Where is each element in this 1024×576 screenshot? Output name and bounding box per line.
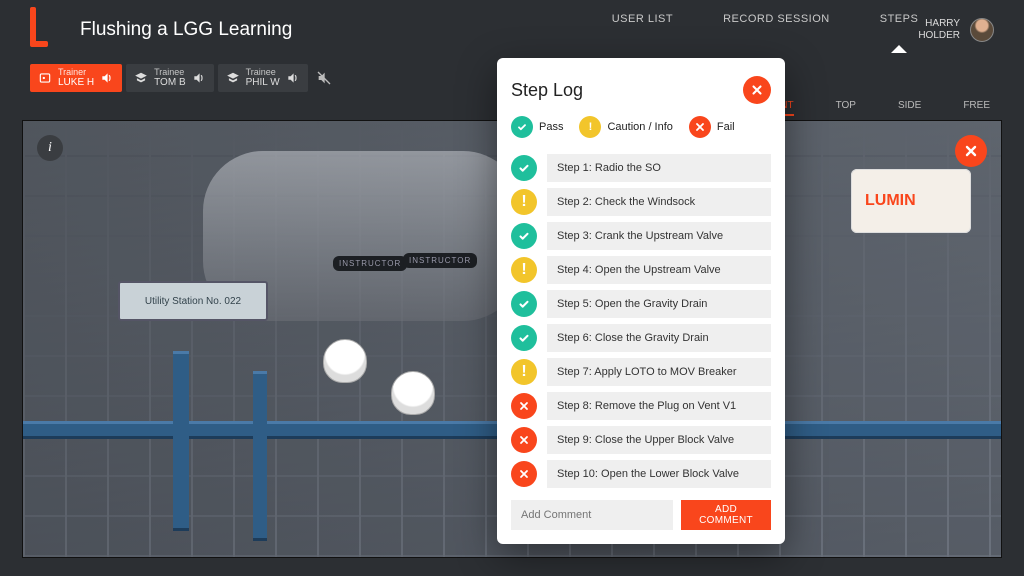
step-log-legend: Pass ! Caution / Info Fail bbox=[511, 116, 771, 138]
step-label: Step 5: Open the Gravity Drain bbox=[547, 290, 771, 318]
step-label: Step 3: Crank the Upstream Valve bbox=[547, 222, 771, 250]
camera-tabs: FRONTTOPSIDEFREE bbox=[759, 100, 990, 116]
avatar[interactable] bbox=[970, 18, 994, 42]
step-label: Step 4: Open the Upstream Valve bbox=[547, 256, 771, 284]
step-label: Step 8: Remove the Plug on Vent V1 bbox=[547, 392, 771, 420]
participant-chip[interactable]: TraineeTOM B bbox=[126, 64, 213, 92]
legend-caution-icon: ! bbox=[579, 116, 601, 138]
station-sign: Utility Station No. 022 bbox=[118, 281, 268, 321]
legend-pass-label: Pass bbox=[539, 121, 563, 133]
user-first: HARRY bbox=[918, 18, 960, 30]
scene-pipe-v1 bbox=[173, 351, 189, 531]
user-last: HOLDER bbox=[918, 30, 960, 42]
step-row[interactable]: Step 1: Radio the SO bbox=[511, 154, 771, 182]
camera-tab-free[interactable]: FREE bbox=[963, 100, 990, 116]
scene-pipe-v2 bbox=[253, 371, 267, 541]
brand-logo bbox=[30, 15, 52, 45]
step-status-icon bbox=[511, 155, 537, 181]
participant-chip[interactable]: TrainerLUKE H bbox=[30, 64, 122, 92]
step-log-title: Step Log bbox=[511, 80, 583, 101]
legend-fail-icon bbox=[689, 116, 711, 138]
step-status-icon bbox=[511, 325, 537, 351]
step-status-icon bbox=[511, 223, 537, 249]
step-log-close-button[interactable] bbox=[743, 76, 771, 104]
step-row[interactable]: ! Step 7: Apply LOTO to MOV Breaker bbox=[511, 358, 771, 386]
step-label: Step 7: Apply LOTO to MOV Breaker bbox=[547, 358, 771, 386]
participant-chip[interactable]: TraineePHIL W bbox=[218, 64, 308, 92]
step-status-icon bbox=[511, 291, 537, 317]
nav-record-session[interactable]: RECORD SESSION bbox=[723, 13, 830, 47]
muted-icon[interactable] bbox=[316, 70, 332, 86]
instructor-tag-1: INSTRUCTOR bbox=[333, 256, 407, 271]
step-log-panel: Step Log Pass ! Caution / Info Fail Step… bbox=[497, 58, 785, 544]
camera-tab-side[interactable]: SIDE bbox=[898, 100, 921, 116]
camera-tab-top[interactable]: TOP bbox=[836, 100, 856, 116]
info-button[interactable]: i bbox=[37, 135, 63, 161]
step-row[interactable]: Step 10: Open the Lower Block Valve bbox=[511, 460, 771, 488]
nav-steps[interactable]: STEPS bbox=[880, 13, 919, 47]
scene-banner: LUMIN bbox=[851, 169, 971, 233]
step-status-icon: ! bbox=[511, 257, 537, 283]
step-label: Step 9: Close the Upper Block Valve bbox=[547, 426, 771, 454]
page-title: Flushing a LGG Learning bbox=[80, 19, 612, 41]
step-label: Step 2: Check the Windsock bbox=[547, 188, 771, 216]
legend-fail-label: Fail bbox=[717, 121, 735, 133]
step-list: Step 1: Radio the SO! Step 2: Check the W… bbox=[511, 154, 771, 488]
step-status-icon: ! bbox=[511, 359, 537, 385]
step-status-icon bbox=[511, 461, 537, 487]
nav-user-list[interactable]: USER LIST bbox=[612, 13, 673, 47]
step-label: Step 10: Open the Lower Block Valve bbox=[547, 460, 771, 488]
comment-input[interactable] bbox=[511, 500, 673, 530]
step-row[interactable]: Step 6: Close the Gravity Drain bbox=[511, 324, 771, 352]
step-row[interactable]: ! Step 2: Check the Windsock bbox=[511, 188, 771, 216]
close-overlay-button[interactable] bbox=[955, 135, 987, 167]
step-status-icon: ! bbox=[511, 189, 537, 215]
step-status-icon bbox=[511, 427, 537, 453]
legend-caution-label: Caution / Info bbox=[607, 121, 672, 133]
add-comment-button[interactable]: ADD COMMENT bbox=[681, 500, 771, 530]
step-row[interactable]: Step 8: Remove the Plug on Vent V1 bbox=[511, 392, 771, 420]
instructor-tag-2: INSTRUCTOR bbox=[403, 253, 477, 268]
main-nav: USER LIST RECORD SESSION STEPS bbox=[612, 13, 919, 47]
step-status-icon bbox=[511, 393, 537, 419]
scene-worker-2 bbox=[391, 371, 435, 415]
user-block[interactable]: HARRY HOLDER bbox=[918, 18, 994, 42]
step-row[interactable]: Step 9: Close the Upper Block Valve bbox=[511, 426, 771, 454]
step-row[interactable]: Step 3: Crank the Upstream Valve bbox=[511, 222, 771, 250]
legend-pass-icon bbox=[511, 116, 533, 138]
scene-worker-1 bbox=[323, 339, 367, 383]
step-label: Step 1: Radio the SO bbox=[547, 154, 771, 182]
step-label: Step 6: Close the Gravity Drain bbox=[547, 324, 771, 352]
step-row[interactable]: ! Step 4: Open the Upstream Valve bbox=[511, 256, 771, 284]
step-row[interactable]: Step 5: Open the Gravity Drain bbox=[511, 290, 771, 318]
